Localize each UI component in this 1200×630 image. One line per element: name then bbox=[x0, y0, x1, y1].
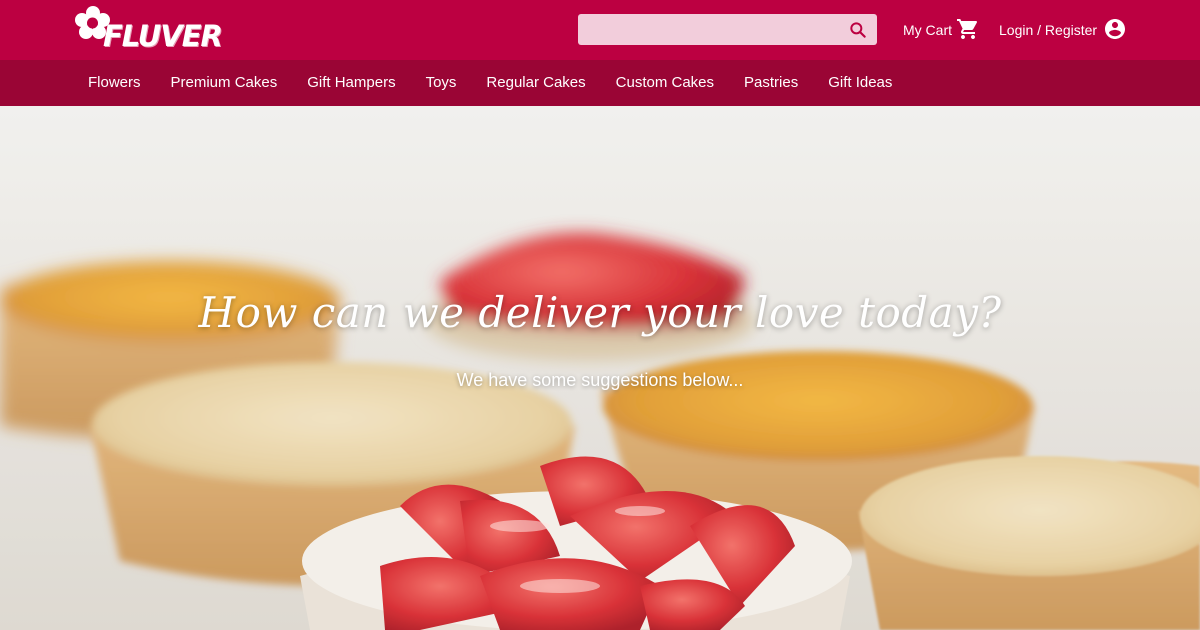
nav-item-regular-cakes[interactable]: Regular Cakes bbox=[486, 60, 585, 106]
nav-item-premium-cakes[interactable]: Premium Cakes bbox=[171, 60, 278, 106]
cart-label: My Cart bbox=[903, 22, 952, 38]
category-nav-list: Flowers Premium Cakes Gift Hampers Toys … bbox=[88, 60, 922, 106]
search-input[interactable] bbox=[578, 14, 838, 45]
category-nav: Flowers Premium Cakes Gift Hampers Toys … bbox=[0, 60, 1200, 106]
nav-item-gift-hampers[interactable]: Gift Hampers bbox=[307, 60, 395, 106]
hero-title: How can we deliver your love today? bbox=[198, 288, 1002, 337]
nav-item-gift-ideas[interactable]: Gift Ideas bbox=[828, 60, 892, 106]
login-register-label: Login / Register bbox=[999, 22, 1098, 38]
account-circle-icon bbox=[1103, 17, 1127, 44]
login-register-link[interactable]: Login / Register bbox=[999, 18, 1127, 42]
nav-item-custom-cakes[interactable]: Custom Cakes bbox=[616, 60, 714, 106]
hero-banner: How can we deliver your love today? We h… bbox=[0, 106, 1200, 630]
search-icon[interactable] bbox=[848, 20, 868, 40]
hero-image bbox=[0, 106, 1200, 630]
nav-item-flowers[interactable]: Flowers bbox=[88, 60, 141, 106]
shopping-cart-icon bbox=[956, 17, 980, 44]
logo-text: FLUVER bbox=[103, 19, 223, 53]
top-header: FLUVER My Cart Login / Register bbox=[0, 0, 1200, 60]
hero-subtitle: We have some suggestions below... bbox=[456, 370, 744, 390]
nav-item-toys[interactable]: Toys bbox=[426, 60, 457, 106]
cart-link[interactable]: My Cart bbox=[903, 18, 980, 42]
brand-logo[interactable]: FLUVER bbox=[73, 4, 233, 56]
nav-item-pastries[interactable]: Pastries bbox=[744, 60, 798, 106]
search-bar bbox=[578, 14, 877, 45]
